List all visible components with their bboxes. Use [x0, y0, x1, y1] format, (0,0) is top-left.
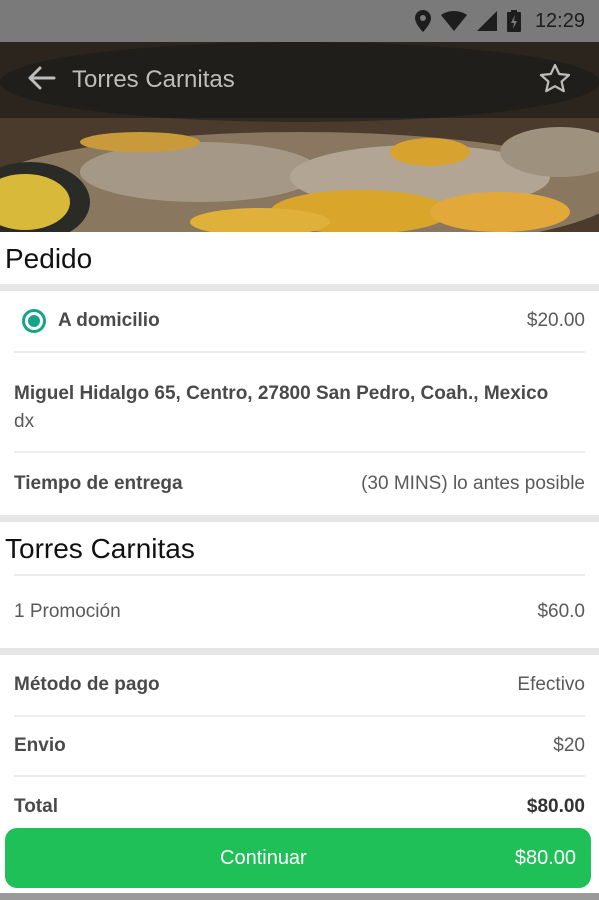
shipping-row: Envio $20 [14, 717, 585, 777]
signal-icon [476, 11, 497, 31]
address-row[interactable]: Miguel Hidalgo 65, Centro, 27800 San Ped… [14, 353, 585, 453]
address-text: Miguel Hidalgo 65, Centro, 27800 San Ped… [14, 383, 549, 404]
toolbar: Torres Carnitas [0, 42, 599, 118]
total-value: $80.00 [526, 796, 585, 817]
status-bar: 12:29 [0, 0, 599, 42]
star-outline-icon [539, 63, 571, 98]
restaurant-name: Torres Carnitas [5, 533, 195, 564]
favorite-button[interactable] [525, 50, 585, 110]
shipping-value: $20 [553, 735, 585, 756]
order-item-row: 1 Promoción $60.0 [14, 576, 585, 648]
order-item-price: $60.0 [537, 601, 585, 622]
delivery-option-label: A domicilio [58, 310, 160, 331]
delivery-option-row[interactable]: A domicilio $20.00 [14, 291, 585, 353]
status-time: 12:29 [534, 9, 585, 32]
bottom-edge [0, 893, 599, 900]
checkout-content: Pedido A domicilio $20.00 Miguel Hidalgo… [0, 232, 599, 837]
order-section-title: Pedido [5, 243, 93, 274]
divider [0, 284, 599, 291]
divider [0, 648, 599, 655]
payment-method-label: Método de pago [14, 674, 160, 695]
order-item-name: 1 Promoción [14, 601, 121, 622]
continue-label: Continuar [220, 846, 307, 869]
delivery-time-row[interactable]: Tiempo de entrega (30 MINS) lo antes pos… [14, 453, 585, 515]
payment-method-row[interactable]: Método de pago Efectivo [14, 655, 585, 717]
battery-icon [506, 10, 521, 32]
address-note: dx [14, 411, 35, 432]
delivery-radio[interactable] [22, 309, 46, 333]
toolbar-title: Torres Carnitas [72, 66, 235, 93]
divider [0, 515, 599, 522]
back-button[interactable] [12, 50, 72, 110]
delivery-option-price: $20.00 [526, 310, 585, 331]
payment-method-value: Efectivo [517, 674, 585, 695]
location-icon [414, 10, 431, 32]
continue-button[interactable]: Continuar $80.00 [5, 828, 591, 888]
shipping-label: Envio [14, 735, 66, 756]
wifi-icon [440, 11, 467, 31]
arrow-back-icon [28, 66, 56, 95]
delivery-time-value: (30 MINS) lo antes posible [361, 473, 585, 494]
total-label: Total [14, 796, 58, 817]
continue-total: $80.00 [514, 846, 576, 869]
delivery-time-label: Tiempo de entrega [14, 473, 183, 494]
